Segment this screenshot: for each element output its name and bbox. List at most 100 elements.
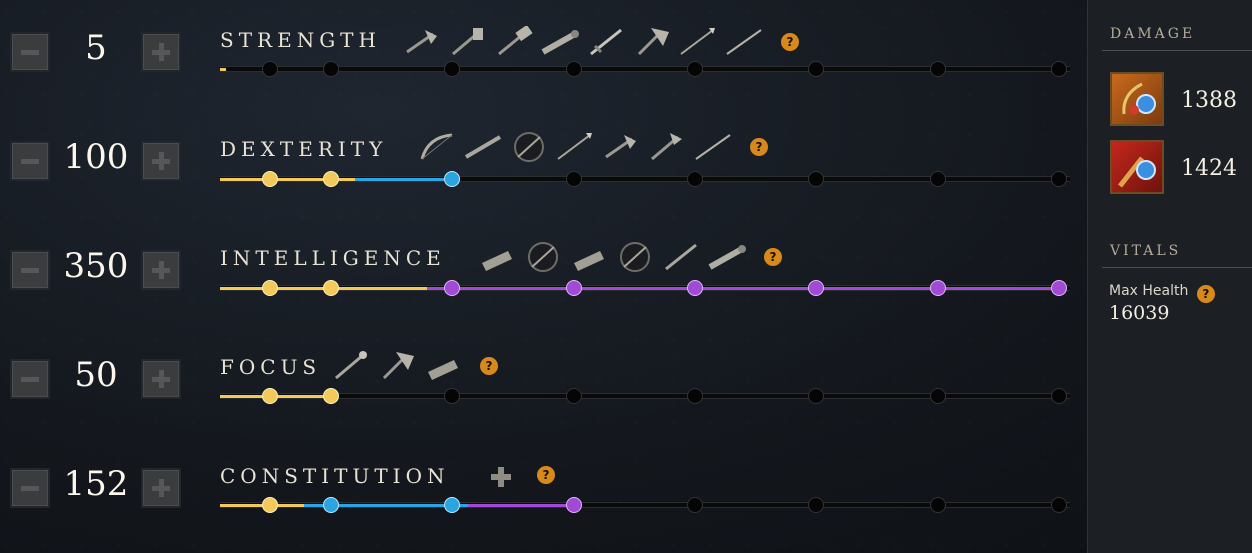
- threshold-node[interactable]: [444, 61, 460, 77]
- threshold-node[interactable]: [566, 497, 582, 513]
- threshold-node[interactable]: [808, 388, 824, 404]
- musket-icon: [464, 135, 502, 159]
- threshold-node[interactable]: [444, 280, 460, 296]
- attribute-row-constitution: 152 CONSTITUTION ?: [0, 458, 1085, 518]
- max-health-text: Max Health: [1109, 283, 1189, 299]
- increase-constitution-button[interactable]: [141, 468, 181, 508]
- increase-focus-button[interactable]: [141, 359, 181, 399]
- damage-header: DAMAGE: [1110, 26, 1196, 42]
- threshold-node[interactable]: [262, 171, 278, 187]
- threshold-node[interactable]: [930, 280, 946, 296]
- focus-value: 50: [74, 355, 118, 395]
- threshold-node[interactable]: [323, 171, 339, 187]
- hammer-icon: [498, 26, 533, 56]
- decrease-constitution-button[interactable]: [10, 468, 50, 508]
- threshold-node[interactable]: [262, 280, 278, 296]
- attribute-help-icon[interactable]: ?: [764, 248, 782, 266]
- life-staff-icon: [335, 351, 367, 380]
- threshold-node[interactable]: [566, 171, 582, 187]
- threshold-node[interactable]: [444, 497, 460, 513]
- war-hammer-icon: [452, 28, 483, 56]
- threshold-node[interactable]: [930, 497, 946, 513]
- spear-icon: [557, 133, 592, 160]
- hatchet-icon: [605, 135, 636, 159]
- threshold-node[interactable]: [930, 388, 946, 404]
- attribute-help-icon[interactable]: ?: [480, 357, 498, 375]
- damage-value-1: 1388: [1181, 88, 1237, 113]
- constitution-help-icon[interactable]: ?: [537, 466, 555, 484]
- threshold-node[interactable]: [808, 497, 824, 513]
- increase-dexterity-button[interactable]: [141, 141, 181, 181]
- gauntlet-icon: [482, 251, 512, 271]
- intelligence-value: 350: [63, 246, 129, 286]
- attribute-help-icon[interactable]: ?: [750, 138, 768, 156]
- strength-weapons: ?: [403, 22, 799, 62]
- fire-staff-weapon-icon[interactable]: [1110, 72, 1164, 126]
- threshold-node[interactable]: [1051, 280, 1067, 296]
- increase-strength-button[interactable]: [141, 32, 181, 72]
- threshold-node[interactable]: [444, 388, 460, 404]
- threshold-node[interactable]: [687, 388, 703, 404]
- track-fill: [220, 68, 226, 71]
- dexterity-track: [220, 171, 1070, 187]
- damage-value-2: 1424: [1181, 156, 1237, 181]
- track-fill: [427, 287, 1059, 290]
- divider: [1102, 50, 1252, 51]
- fire-gauntlet-weapon-icon[interactable]: [1110, 140, 1164, 194]
- threshold-node[interactable]: [566, 280, 582, 296]
- threshold-node[interactable]: [930, 61, 946, 77]
- threshold-node[interactable]: [808, 61, 824, 77]
- focus-weapons: ?: [332, 346, 498, 386]
- threshold-node[interactable]: [1051, 388, 1067, 404]
- dexterity-label: DEXTERITY: [220, 137, 388, 161]
- gauntlet-icon: [428, 360, 458, 380]
- threshold-node[interactable]: [687, 280, 703, 296]
- ring-icon: [528, 242, 558, 272]
- threshold-node[interactable]: [262, 388, 278, 404]
- staff-icon: [665, 243, 697, 271]
- track-fill: [355, 178, 452, 181]
- threshold-node[interactable]: [808, 280, 824, 296]
- threshold-node[interactable]: [930, 171, 946, 187]
- threshold-node[interactable]: [444, 171, 460, 187]
- decrease-intelligence-button[interactable]: [10, 250, 50, 290]
- hatchet-icon: [406, 30, 437, 54]
- great-axe-icon: [382, 352, 414, 380]
- constitution-value: 152: [63, 464, 129, 504]
- constitution-track: [220, 497, 1070, 513]
- max-health-help-icon[interactable]: ?: [1196, 285, 1215, 303]
- decrease-dexterity-button[interactable]: [10, 141, 50, 181]
- attribute-row-intelligence: 350 INTELLIGENCE ?: [0, 240, 1085, 300]
- vitals-header: VITALS: [1110, 243, 1182, 259]
- threshold-node[interactable]: [687, 497, 703, 513]
- ring-icon: [620, 242, 650, 272]
- threshold-node[interactable]: [1051, 61, 1067, 77]
- threshold-node[interactable]: [1051, 497, 1067, 513]
- decrease-focus-button[interactable]: [10, 359, 50, 399]
- threshold-node[interactable]: [566, 388, 582, 404]
- threshold-node[interactable]: [687, 61, 703, 77]
- track-fill: [468, 504, 574, 507]
- threshold-node[interactable]: [262, 61, 278, 77]
- increase-intelligence-button[interactable]: [141, 250, 181, 290]
- gauntlet-icon: [574, 251, 604, 271]
- max-health-label: Max Health ?: [1109, 283, 1215, 303]
- max-health-value: 16039: [1109, 302, 1170, 324]
- axe-icon: [651, 133, 682, 161]
- threshold-node[interactable]: [687, 171, 703, 187]
- ring-icon: [514, 132, 544, 162]
- threshold-node[interactable]: [808, 171, 824, 187]
- threshold-node[interactable]: [262, 497, 278, 513]
- threshold-node[interactable]: [323, 280, 339, 296]
- attribute-help-icon[interactable]: ?: [781, 33, 799, 51]
- threshold-node[interactable]: [323, 497, 339, 513]
- threshold-node[interactable]: [1051, 171, 1067, 187]
- decrease-strength-button[interactable]: [10, 32, 50, 72]
- blunderbuss-icon: [708, 245, 746, 270]
- threshold-node[interactable]: [323, 388, 339, 404]
- intelligence-weapons: ?: [478, 237, 782, 277]
- threshold-node[interactable]: [566, 61, 582, 77]
- threshold-node[interactable]: [323, 61, 339, 77]
- constitution-label: CONSTITUTION: [220, 464, 450, 488]
- spear-icon: [680, 28, 715, 55]
